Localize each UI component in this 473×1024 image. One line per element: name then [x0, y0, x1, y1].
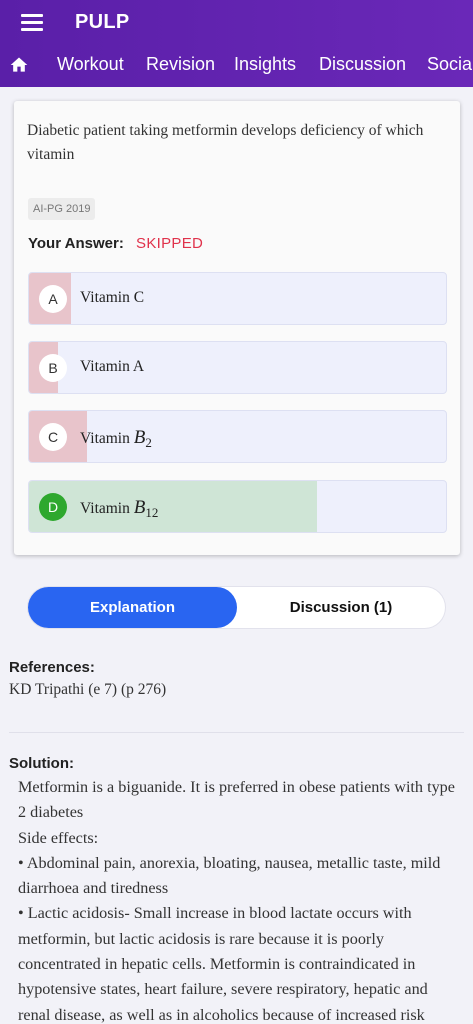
option-a-letter: A: [39, 285, 67, 313]
tab-workout[interactable]: Workout: [57, 54, 124, 75]
option-b-letter: B: [39, 354, 67, 382]
references-heading: References:: [9, 659, 95, 676]
solution-line: • Lactic acidosis- Small increase in blo…: [18, 904, 428, 1024]
tab-revision[interactable]: Revision: [146, 54, 215, 75]
option-a-text: Vitamin C: [80, 289, 145, 306]
solution-line: • Abdominal pain, anorexia, bloating, na…: [18, 853, 441, 898]
your-answer-label: Your Answer:: [28, 235, 124, 252]
exam-tag: AI-PG 2019: [28, 198, 96, 220]
option-b[interactable]: B Vitamin A: [28, 341, 447, 394]
option-c-text: Vitamin B2: [80, 427, 152, 451]
your-answer-status: SKIPPED: [136, 235, 204, 252]
option-a[interactable]: A Vitamin C: [28, 272, 447, 325]
option-c-label: Vitamin: [80, 430, 134, 447]
option-b-text: Vitamin A: [80, 358, 145, 375]
option-d-subscript: 12: [145, 505, 159, 521]
tab-insights[interactable]: Insights: [234, 54, 296, 75]
option-d-math: B: [133, 497, 146, 518]
option-d-response-bar: [29, 481, 317, 532]
divider: [9, 732, 464, 733]
option-c-letter: C: [39, 423, 67, 451]
option-c-math: B: [133, 427, 146, 448]
option-d-label: Vitamin: [80, 500, 134, 517]
explanation-discussion-toggle: Explanation Discussion (1): [28, 587, 445, 628]
your-answer: Your Answer: SKIPPED: [28, 235, 203, 252]
question-card: Diabetic patient taking metformin develo…: [14, 101, 460, 555]
option-c[interactable]: C Vitamin B2: [28, 410, 447, 463]
discussion-tab[interactable]: Discussion (1): [237, 587, 445, 628]
app-bar: PULP Workout Revision Insights Discussio…: [0, 0, 473, 87]
solution-heading: Solution:: [9, 755, 74, 772]
option-d[interactable]: D Vitamin B12: [28, 480, 447, 533]
option-d-text: Vitamin B12: [80, 497, 158, 521]
hamburger-menu-icon[interactable]: [21, 14, 43, 32]
solution-body: Metformin is a biguanide. It is preferre…: [18, 775, 463, 1024]
nav-tabs: Workout Revision Insights Discussion Soc…: [0, 45, 473, 85]
app-title: PULP: [75, 11, 130, 33]
question-text: Diabetic patient taking metformin develo…: [27, 122, 424, 163]
home-icon[interactable]: [9, 55, 29, 75]
references-text: KD Tripathi (e 7) (p 276): [9, 681, 167, 698]
solution-line: Metformin is a biguanide. It is preferre…: [18, 778, 455, 822]
explanation-tab[interactable]: Explanation: [28, 587, 237, 628]
tab-discussion[interactable]: Discussion: [319, 54, 406, 75]
option-c-subscript: 2: [145, 435, 152, 451]
solution-line: Side effects:: [18, 828, 99, 847]
tab-social[interactable]: Social: [427, 54, 473, 75]
option-d-letter: D: [39, 493, 67, 521]
